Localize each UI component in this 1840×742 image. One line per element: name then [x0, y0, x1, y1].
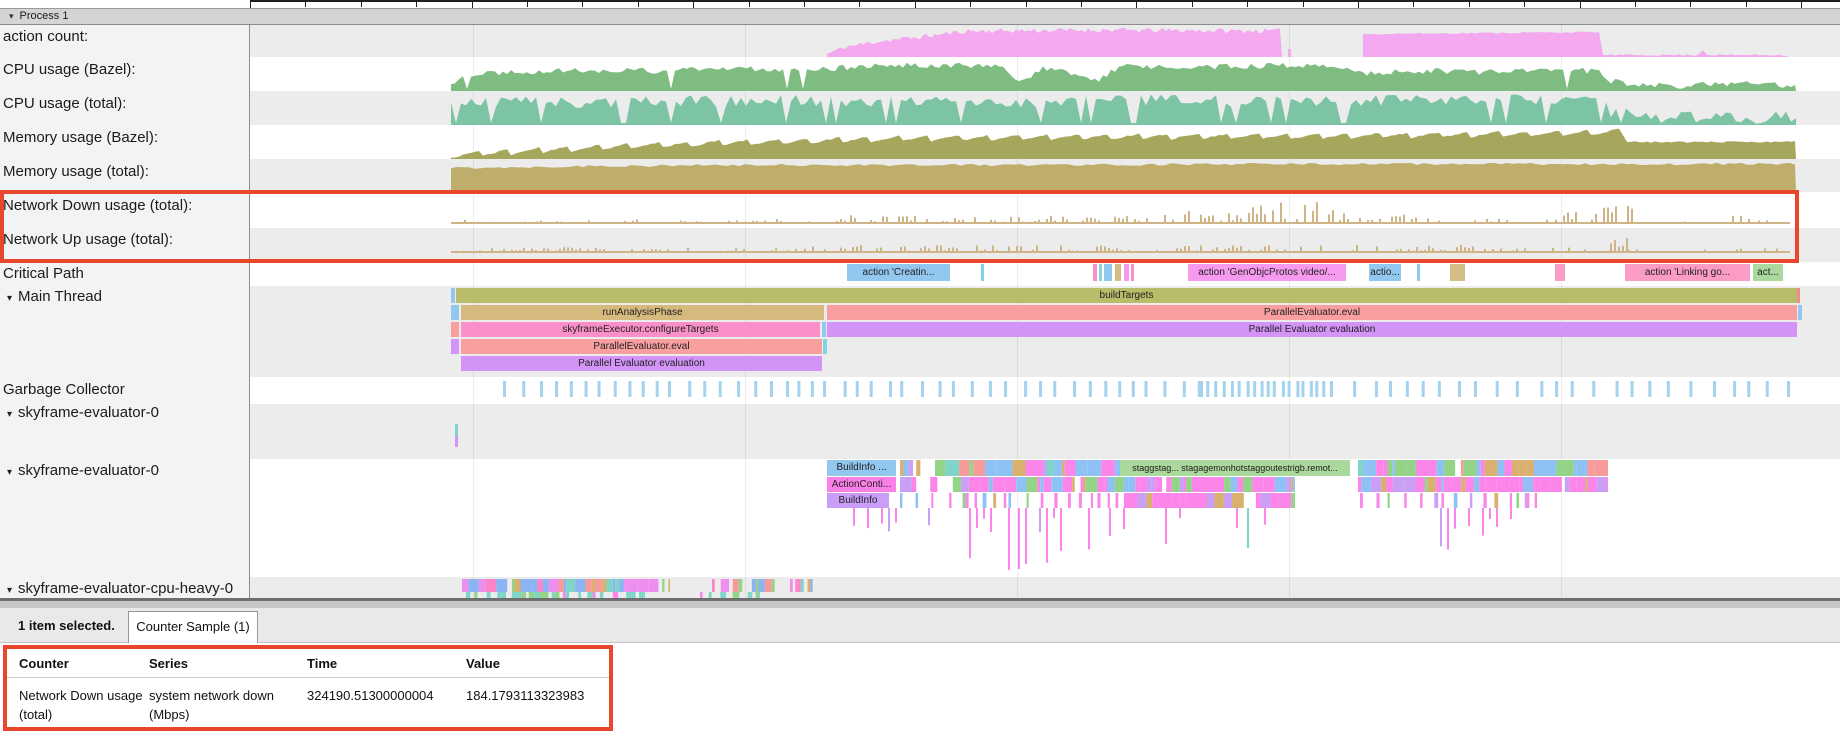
sidebar-track-memory-usage-bazel: Memory usage (Bazel): [0, 128, 248, 148]
timeline-slice[interactable] [981, 264, 984, 281]
chart-net-down[interactable] [451, 202, 1790, 224]
timeline-slice[interactable]: BuildInfo [827, 493, 889, 508]
details-tab-bar: 1 item selected. Counter Sample (1) [0, 608, 1840, 643]
sidebar-track-critical-path: Critical Path [0, 264, 248, 284]
timeline-slice[interactable] [1797, 288, 1800, 303]
timeline-slice[interactable]: action 'Linking go... [1625, 264, 1750, 281]
sidebar-track-skyframe-evaluator-0-b: ▾skyframe-evaluator-0 [0, 461, 248, 481]
counter-sample-table: Counter Series Time Value Network Down u… [7, 649, 609, 724]
timeline-slice[interactable] [1093, 264, 1097, 281]
track-label: Critical Path [3, 265, 84, 282]
chart-cpu-bazel[interactable] [451, 63, 1796, 91]
sidebar-track-cpu-usage-bazel: CPU usage (Bazel): [0, 60, 248, 80]
timeline-slice[interactable] [451, 305, 459, 320]
track-label: CPU usage (Bazel): [3, 61, 136, 78]
trace-viewer: ▾Process 1 action 'Creatin...action 'Gen… [0, 0, 1840, 742]
cell-value: 184.1793113323983 [466, 678, 609, 725]
sidebar-track-memory-usage-total: Memory usage (total): [0, 162, 248, 182]
track-label: action count: [3, 28, 88, 45]
track-label: Memory usage (total): [3, 163, 149, 180]
timeline-slice[interactable] [451, 288, 455, 303]
table-header-row: Counter Series Time Value [7, 649, 609, 678]
timeline-slice[interactable]: BuildInfo ... [827, 460, 896, 476]
table-row[interactable]: Network Down usage (total) system networ… [7, 678, 609, 725]
timeline-slice[interactable] [451, 339, 459, 354]
sidebar-track-network-up-usage-total: Network Up usage (total): [0, 230, 248, 250]
highlight-box-counter-table: Counter Series Time Value Network Down u… [3, 645, 613, 731]
collapse-icon[interactable]: ▾ [3, 293, 18, 304]
cell-series: system network down (Mbps) [149, 678, 307, 725]
timeline-slice[interactable] [1124, 264, 1129, 281]
sidebar-track-garbage-collector: Garbage Collector [0, 380, 248, 400]
chart-mem-bazel[interactable] [451, 129, 1796, 159]
chart-net-up[interactable] [451, 238, 1790, 253]
sidebar-track-cpu-usage-total: CPU usage (total): [0, 94, 248, 114]
selection-status: 1 item selected. [18, 608, 115, 643]
collapse-icon[interactable]: ▾ [3, 585, 18, 596]
green-slice-group[interactable]: staggstag... stagagemonhotstaggoutestrig… [1120, 460, 1350, 476]
col-time: Time [307, 649, 466, 678]
sidebar-track-main-thread: ▾Main Thread [0, 287, 248, 307]
chart-cpu-total[interactable] [451, 95, 1796, 126]
details-panel: 1 item selected. Counter Sample (1) Coun… [0, 608, 1840, 742]
col-series: Series [149, 649, 307, 678]
cell-time: 324190.51300000004 [307, 678, 466, 725]
timeline-slice[interactable] [823, 339, 827, 354]
sidebar-track-network-down-usage-total: Network Down usage (total): [0, 196, 248, 216]
col-counter: Counter [7, 649, 149, 678]
timeline-slice[interactable] [1450, 264, 1465, 281]
sidebar-track-action-count: action count: [0, 27, 248, 47]
timeline-slice[interactable]: buildTargets [456, 288, 1797, 303]
tab-counter-sample[interactable]: Counter Sample (1) [128, 611, 258, 643]
timeline-slice[interactable] [1104, 264, 1112, 281]
track-labels-sidebar: action count: CPU usage (Bazel): CPU usage… [0, 25, 250, 598]
timeline-slice[interactable]: runAnalysisPhase [461, 305, 824, 320]
track-label: Main Thread [18, 288, 102, 305]
timeline-slice[interactable]: act... [1753, 264, 1783, 281]
track-label: Memory usage (Bazel): [3, 129, 158, 146]
track-label: Network Up usage (total): [3, 231, 173, 248]
cell-counter: Network Down usage (total) [7, 678, 149, 725]
collapse-icon[interactable]: ▾ [3, 409, 18, 420]
timeline-slice[interactable] [1131, 264, 1134, 281]
skyframe-cpu-heavy-slices[interactable] [462, 579, 813, 598]
timeline-slice[interactable]: skyframeExecutor.configureTargets [461, 322, 820, 337]
skyframe-evaluator-0-slices[interactable] [455, 424, 458, 447]
timeline-slice[interactable] [1417, 264, 1420, 281]
timeline-slice[interactable] [1099, 264, 1102, 281]
timeline-slice[interactable]: Parallel Evaluator evaluation [461, 356, 822, 371]
timeline-slice[interactable]: action 'GenObjcProtos video/... [1188, 264, 1346, 281]
track-label: skyframe-evaluator-0 [18, 462, 159, 479]
track-label: CPU usage (total): [3, 95, 126, 112]
track-label: Garbage Collector [3, 381, 125, 398]
gc-ticks[interactable] [503, 381, 1790, 397]
timeline-slice[interactable]: Parallel Evaluator evaluation [827, 322, 1797, 337]
panel-splitter[interactable] [0, 598, 1840, 608]
skyframe-evaluator-0-b-slices[interactable] [853, 460, 1608, 570]
track-label: skyframe-evaluator-0 [18, 404, 159, 421]
track-label: skyframe-evaluator-cpu-heavy-0 [18, 580, 233, 597]
timeline-slice[interactable] [1555, 264, 1565, 281]
track-label: Network Down usage (total): [3, 197, 192, 214]
timeline-slice[interactable] [1798, 305, 1802, 320]
timeline-slice[interactable]: action 'Creatin... [847, 264, 950, 281]
col-value: Value [466, 649, 609, 678]
timeline-slice[interactable] [1115, 264, 1121, 281]
timeline-slice[interactable]: actio... [1369, 264, 1401, 281]
sidebar-track-skyframe-evaluator-cpu-heavy-0: ▾skyframe-evaluator-cpu-heavy-0 [0, 579, 248, 599]
timeline-slice[interactable] [822, 322, 826, 337]
chart-mem-total[interactable] [451, 163, 1796, 192]
timeline-slice[interactable]: ActionConti... [827, 477, 896, 492]
timeline-slice[interactable]: ParallelEvaluator.eval [461, 339, 822, 354]
timeline-slice[interactable]: ParallelEvaluator.eval [827, 305, 1797, 320]
timeline-slice[interactable] [451, 322, 459, 337]
sidebar-track-skyframe-evaluator-0: ▾skyframe-evaluator-0 [0, 403, 248, 423]
collapse-icon[interactable]: ▾ [3, 467, 18, 478]
chart-action-count[interactable] [827, 28, 1788, 57]
